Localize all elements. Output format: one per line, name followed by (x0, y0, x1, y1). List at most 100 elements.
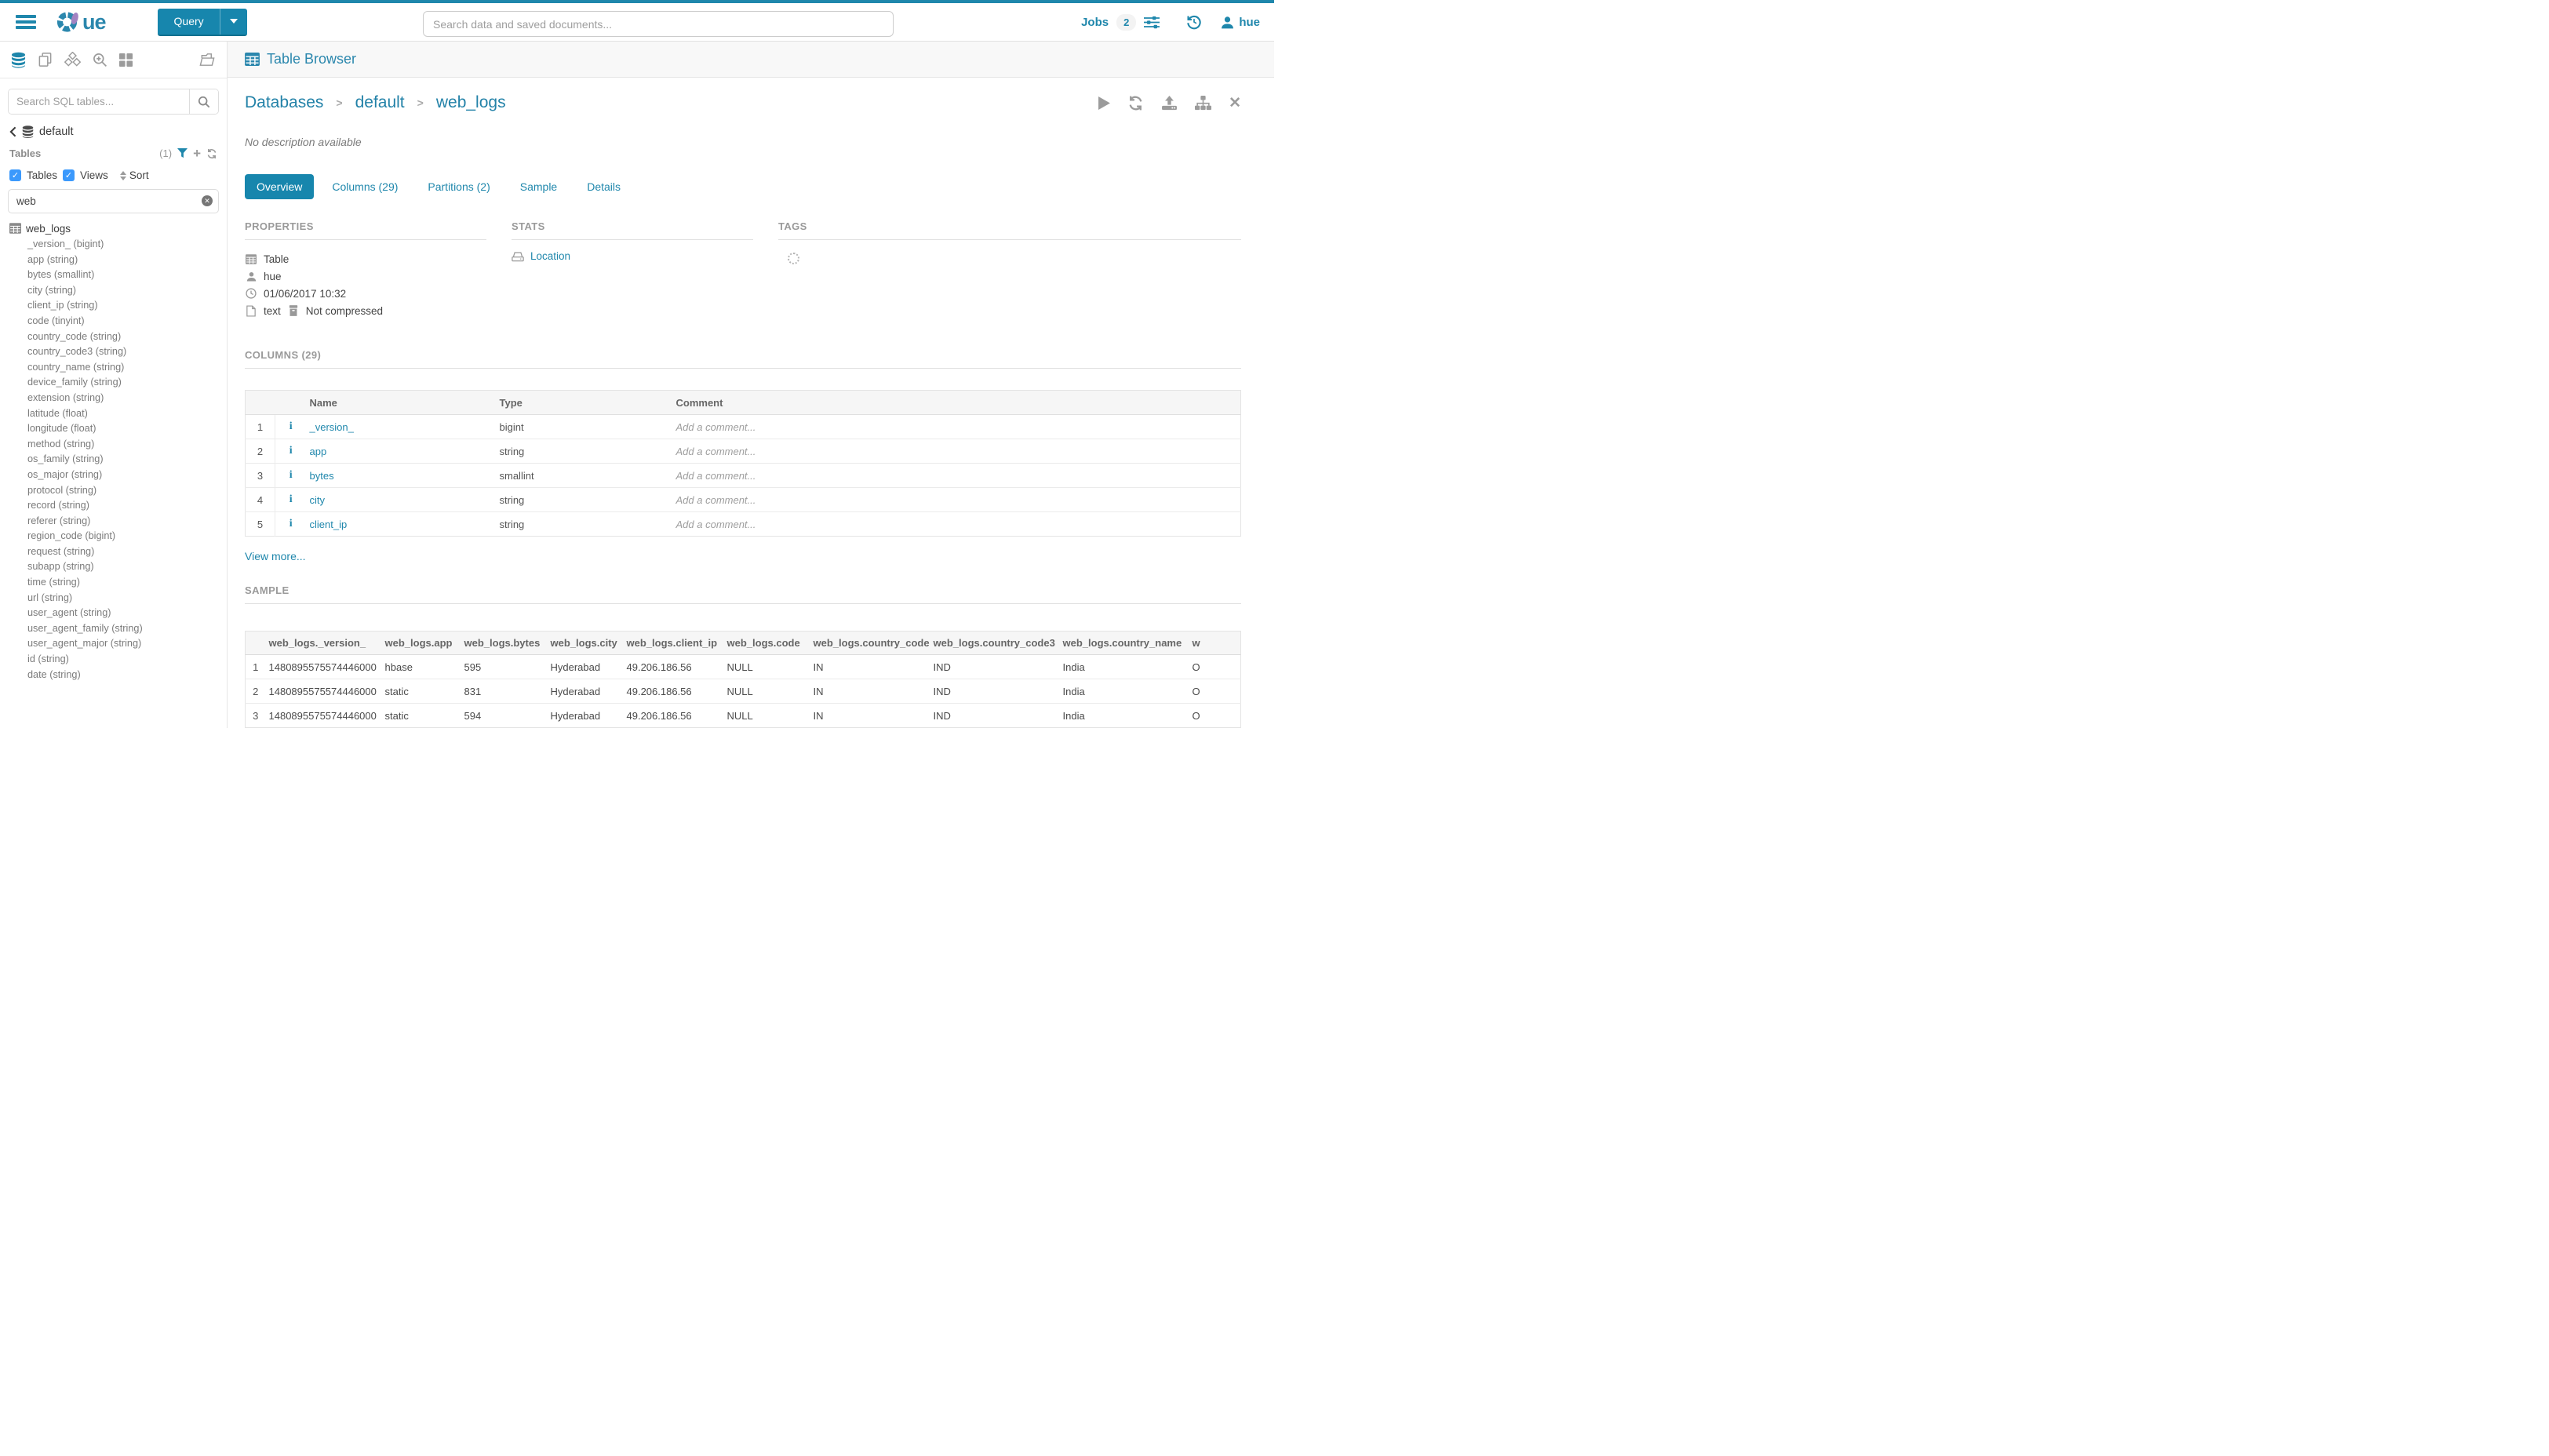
history-icon[interactable] (1186, 14, 1202, 30)
assist-column-item[interactable]: _version_ (bigint) (9, 237, 217, 253)
comment-placeholder[interactable]: Add a comment... (673, 464, 1241, 488)
assist-column-item[interactable]: record (string) (9, 498, 217, 514)
search-plus-icon[interactable] (93, 53, 107, 67)
tab-details[interactable]: Details (575, 174, 632, 199)
assist-column-item[interactable]: longitude (float) (9, 421, 217, 437)
assist-search-button[interactable] (189, 89, 218, 114)
assist-column-item[interactable]: os_major (string) (9, 468, 217, 483)
assist-column-item[interactable]: app (string) (9, 253, 217, 268)
tab-sample[interactable]: Sample (508, 174, 569, 199)
chevron-down-icon[interactable] (230, 19, 238, 24)
comment-placeholder[interactable]: Add a comment... (673, 512, 1241, 537)
add-table-icon[interactable]: + (193, 147, 201, 160)
assist-column-item[interactable]: subapp (string) (9, 559, 217, 575)
assist-column-item[interactable]: client_ip (string) (9, 298, 217, 314)
query-button[interactable]: Query (158, 9, 247, 36)
sql-database-icon[interactable] (11, 52, 26, 68)
assist-column-item[interactable]: device_family (string) (9, 375, 217, 391)
column-link[interactable]: client_ip (310, 519, 348, 530)
assist-column-item[interactable]: id (string) (9, 652, 217, 668)
refresh-icon[interactable] (1127, 95, 1144, 111)
assist-column-item[interactable]: url (string) (9, 591, 217, 606)
sample-cell: O (1189, 655, 1241, 679)
refresh-tables-icon[interactable] (206, 148, 217, 159)
assist-column-item[interactable]: region_code (bigint) (9, 529, 217, 544)
table-actions: ✕ (1098, 95, 1241, 111)
breadcrumb-database[interactable]: default (355, 93, 405, 112)
tab-columns[interactable]: Columns (29) (320, 174, 410, 199)
assist-column-item[interactable]: protocol (string) (9, 483, 217, 499)
jobs-link[interactable]: Jobs (1081, 16, 1109, 29)
apps-grid-icon[interactable] (119, 53, 133, 67)
assist-column-item[interactable]: request (string) (9, 544, 217, 560)
assist-column-item[interactable]: time (string) (9, 575, 217, 591)
info-icon[interactable]: i (275, 464, 307, 488)
clear-filter-icon[interactable]: ✕ (202, 195, 213, 206)
comment-placeholder[interactable]: Add a comment... (673, 439, 1241, 464)
assist-column-item[interactable]: latitude (float) (9, 406, 217, 422)
column-link[interactable]: city (310, 494, 326, 506)
info-icon[interactable]: i (275, 415, 307, 439)
sliders-icon[interactable] (1144, 16, 1160, 29)
assist-column-item[interactable]: city (string) (9, 283, 217, 299)
assist-back-database[interactable]: default (0, 118, 227, 140)
cubes-icon[interactable] (64, 52, 81, 67)
assist-column-item[interactable]: referer (string) (9, 514, 217, 530)
tab-partitions[interactable]: Partitions (2) (416, 174, 501, 199)
hue-logo[interactable]: ue (56, 9, 106, 35)
row-number: 3 (246, 464, 275, 488)
documents-icon[interactable] (38, 52, 53, 67)
assist-source-icons (0, 42, 227, 78)
assist-column-item[interactable]: code (tinyint) (9, 314, 217, 329)
assist-column-item[interactable]: method (string) (9, 437, 217, 453)
breadcrumb-databases[interactable]: Databases (245, 93, 323, 112)
stats-section: STATS Location (512, 220, 753, 319)
assist-column-item[interactable]: extension (string) (9, 391, 217, 406)
info-icon[interactable]: i (275, 439, 307, 464)
sort-toggle[interactable]: Sort (120, 169, 149, 181)
assist-column-item[interactable]: date (string) (9, 668, 217, 683)
sample-header: web_logs._version_ (266, 632, 382, 655)
sample-cell: IND (930, 704, 1060, 728)
location-link[interactable]: Location (530, 250, 570, 262)
global-search-input[interactable] (423, 11, 894, 37)
overview-meta-columns: PROPERTIES Table (245, 220, 1241, 319)
folder-documents-icon[interactable] (198, 52, 216, 67)
chevron-left-icon (9, 126, 16, 137)
tab-overview[interactable]: Overview (245, 174, 314, 199)
breadcrumb-separator: > (336, 96, 342, 109)
assist-column-item[interactable]: user_agent_family (string) (9, 621, 217, 637)
file-icon (245, 305, 257, 317)
assist-column-item[interactable]: country_code (string) (9, 329, 217, 345)
assist-search-input[interactable] (9, 89, 189, 114)
comment-placeholder[interactable]: Add a comment... (673, 415, 1241, 439)
jobs-count-badge[interactable]: 2 (1116, 14, 1136, 31)
assist-column-item[interactable]: user_agent (string) (9, 606, 217, 621)
info-icon[interactable]: i (275, 488, 307, 512)
comment-placeholder[interactable]: Add a comment... (673, 488, 1241, 512)
import-upload-icon[interactable] (1161, 96, 1178, 111)
lineage-sitemap-icon[interactable] (1195, 96, 1211, 111)
col-header-comment: Comment (673, 391, 1241, 415)
table-grid-icon (245, 254, 257, 264)
assist-table-item[interactable]: web_logs (9, 220, 217, 237)
assist-column-item[interactable]: country_name (string) (9, 360, 217, 376)
tables-checkbox[interactable]: ✓ (9, 169, 21, 181)
sample-cell: 1480895575574446000 (266, 679, 382, 704)
hamburger-menu-icon[interactable] (16, 15, 36, 29)
column-link[interactable]: bytes (310, 470, 334, 482)
view-more-link[interactable]: View more... (245, 550, 306, 562)
assist-column-item[interactable]: country_code3 (string) (9, 344, 217, 360)
assist-column-item[interactable]: user_agent_major (string) (9, 636, 217, 652)
filter-funnel-icon[interactable] (177, 148, 188, 158)
assist-column-item[interactable]: os_family (string) (9, 452, 217, 468)
query-play-icon[interactable] (1098, 96, 1110, 110)
column-link[interactable]: _version_ (310, 421, 354, 433)
assist-column-item[interactable]: bytes (smallint) (9, 268, 217, 283)
table-filter-input[interactable] (8, 189, 219, 213)
close-icon[interactable]: ✕ (1229, 96, 1241, 111)
user-menu[interactable]: hue (1221, 16, 1260, 29)
views-checkbox[interactable]: ✓ (63, 169, 75, 181)
column-link[interactable]: app (310, 446, 327, 457)
info-icon[interactable]: i (275, 512, 307, 537)
